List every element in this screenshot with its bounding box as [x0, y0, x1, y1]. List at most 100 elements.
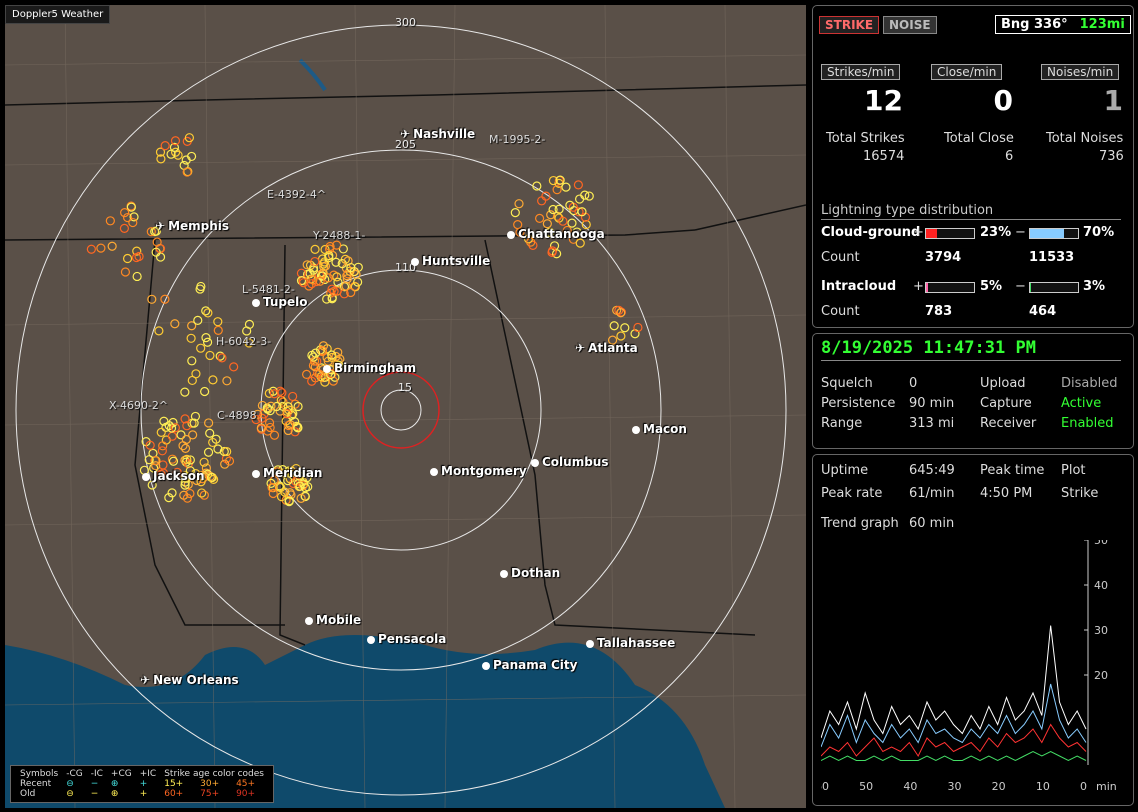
x-tick-label: 60	[821, 780, 829, 793]
legend: Symbols -CG -IC +CG +IC Strike age color…	[10, 765, 274, 803]
dot-icon	[586, 639, 594, 648]
strike-symbol	[122, 253, 133, 264]
strike-symbol	[191, 369, 201, 379]
storm-tag[interactable]: X-4690-2^	[109, 399, 168, 412]
radar-map[interactable]: Doppler5 Weather 300 205 110 15 M-1995-2…	[5, 5, 806, 808]
dot-icon	[507, 230, 515, 239]
strike-symbol	[301, 369, 312, 380]
strike-symbol	[609, 321, 619, 331]
strike-symbol	[170, 319, 180, 329]
noises-per-min-header[interactable]: Noises/min	[1041, 64, 1120, 80]
city-label: ✈ Nashville	[400, 127, 475, 141]
legend-age: 60+	[164, 789, 184, 799]
dot-icon	[430, 467, 438, 476]
strike-symbol	[96, 243, 106, 253]
dot-icon	[142, 472, 150, 481]
strike-symbol	[535, 213, 545, 223]
city-name: New Orleans	[153, 673, 239, 687]
total-close-value: 6	[1005, 149, 1014, 164]
storm-tag[interactable]: H-6042-3-	[216, 335, 271, 348]
storm-tag[interactable]: C-4898	[217, 409, 257, 422]
ic-plus-sign: +	[913, 279, 924, 294]
cg-negative-count: 11533	[1029, 250, 1075, 265]
close-per-min-value: 0	[993, 84, 1013, 117]
dot-icon	[632, 425, 640, 434]
city-name: Mobile	[316, 613, 362, 627]
status-panel: 8/19/2025 11:47:31 PM Squelch 0 Upload D…	[812, 333, 1134, 449]
trend-series-line	[821, 750, 1087, 762]
legend-age: 30+	[200, 779, 220, 789]
strike-symbol	[616, 331, 626, 341]
dot-icon	[252, 469, 260, 478]
trend-panel: Uptime 645:49 Peak time Plot Peak rate 6…	[812, 454, 1134, 806]
bearing-readout: Bng 336° 123mi	[995, 15, 1131, 34]
legend-symbol: −	[90, 789, 99, 799]
dot-icon	[500, 569, 508, 578]
storm-tag[interactable]: Y-2488-1-	[313, 229, 365, 242]
ic-positive-percent: 5%	[980, 279, 1003, 294]
plot-value[interactable]: Strike	[1061, 486, 1098, 501]
strike-symbol	[180, 387, 190, 397]
city-label: Meridian	[252, 466, 322, 480]
receiver-value[interactable]: Enabled	[1061, 416, 1114, 431]
close-per-min-header[interactable]: Close/min	[931, 64, 1003, 80]
strike-symbol	[186, 333, 196, 343]
city-label: Montgomery	[430, 464, 527, 478]
range-value[interactable]: 313 mi	[909, 416, 954, 431]
trend-label: Trend graph	[821, 516, 899, 531]
strike-symbol	[167, 431, 177, 441]
cg-negative-percent: 70%	[1083, 225, 1115, 240]
trend-value[interactable]: 60 min	[909, 516, 954, 531]
y-tick-label: 30	[1094, 624, 1108, 637]
cg-negative-bar	[1029, 228, 1079, 239]
city-name: Macon	[643, 422, 687, 436]
ic-minus-sign: −	[1015, 279, 1026, 294]
strikes-per-min-header[interactable]: Strikes/min	[821, 64, 901, 80]
city-label: Huntsville	[411, 254, 490, 268]
dot-icon	[252, 298, 260, 307]
x-tick-label: 20	[992, 780, 1006, 793]
plot-label: Plot	[1061, 463, 1086, 478]
storm-tag[interactable]: M-1995-2-	[489, 133, 545, 146]
strike-symbol	[119, 223, 130, 233]
legend-symbol: +	[139, 789, 148, 799]
cg-positive-percent: 23%	[980, 225, 1012, 240]
ic-positive-count: 783	[925, 304, 953, 319]
city-name: Tallahassee	[597, 636, 676, 650]
strike-symbol	[196, 343, 206, 353]
trend-series-line	[821, 723, 1087, 758]
strike-toggle-button[interactable]: STRIKE	[819, 16, 880, 34]
legend-header: -CG	[66, 769, 83, 779]
strike-symbol	[132, 271, 142, 282]
strike-symbol	[157, 446, 167, 456]
strike-symbol	[120, 267, 131, 277]
total-strikes-value: 16574	[863, 149, 905, 164]
y-tick-label: 20	[1094, 669, 1108, 682]
city-label: ✈ New Orleans	[140, 673, 239, 687]
city-name: Nashville	[413, 127, 476, 141]
capture-value[interactable]: Active	[1061, 396, 1101, 411]
ic-count-label: Count	[821, 304, 860, 319]
strike-symbol	[155, 252, 166, 262]
intracloud-label: Intracloud	[821, 279, 897, 294]
x-tick-label: 40	[903, 780, 917, 793]
persistence-label: Persistence	[821, 396, 896, 411]
strike-symbol	[200, 386, 210, 397]
upload-value[interactable]: Disabled	[1061, 376, 1117, 391]
strike-symbol	[277, 388, 287, 398]
strike-symbol	[213, 325, 223, 335]
strike-symbol	[567, 218, 577, 228]
noises-per-min-value: 1	[1103, 84, 1123, 117]
trend-graph: 50 40 30 20 60 50 40 30 20 10 0 min	[821, 540, 1117, 793]
cg-minus-sign: −	[1015, 225, 1026, 240]
city-name: Meridian	[263, 466, 323, 480]
squelch-value[interactable]: 0	[909, 376, 917, 391]
strike-symbol	[202, 337, 213, 347]
city-name: Columbus	[542, 455, 609, 469]
strike-symbol	[514, 199, 524, 209]
x-tick-label: 10	[1036, 780, 1050, 793]
storm-tag[interactable]: E-4392-4^	[267, 188, 326, 201]
noise-toggle-button[interactable]: NOISE	[883, 16, 937, 34]
cloud-ground-label: Cloud-ground	[821, 225, 921, 240]
persistence-value[interactable]: 90 min	[909, 396, 954, 411]
